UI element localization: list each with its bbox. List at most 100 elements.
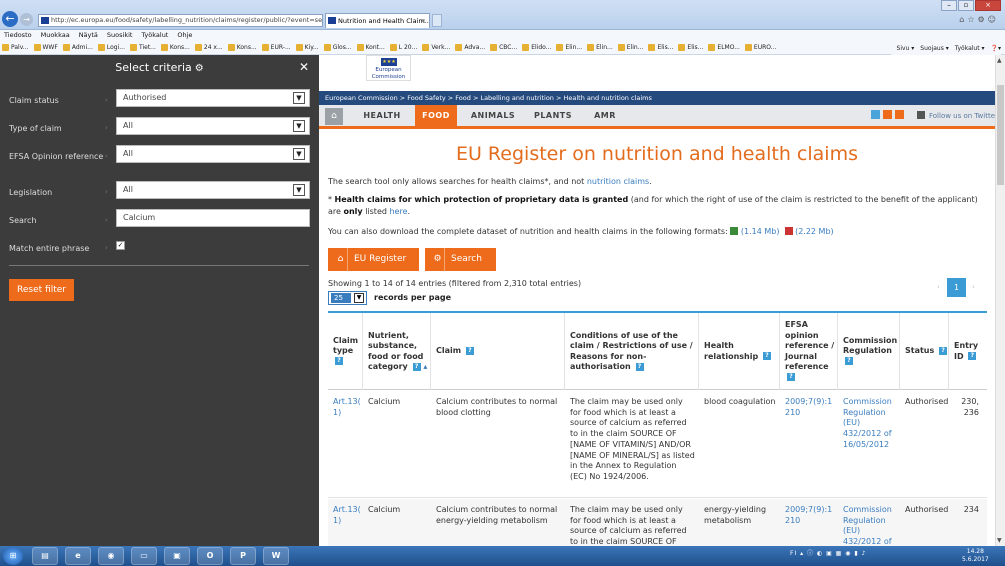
favorite-item[interactable]: Elin... xyxy=(556,44,582,51)
help-menu[interactable]: ❓▾ xyxy=(991,45,1001,52)
favorite-item[interactable]: Kont... xyxy=(356,44,385,51)
chevron-down-icon[interactable]: ▼ xyxy=(293,148,305,160)
pager-prev-icon[interactable]: ‹ xyxy=(937,283,940,291)
clock[interactable]: 14.28 5.6.2017 xyxy=(962,548,989,564)
col-nutrient[interactable]: Nutrient, substance, food or food catego… xyxy=(363,313,431,390)
search-button[interactable]: ⚙ Search xyxy=(425,248,496,271)
col-health-relationship[interactable]: Health relationship ? xyxy=(699,313,780,390)
help-icon[interactable]: ? xyxy=(845,357,853,366)
home-icon[interactable]: ⌂ xyxy=(325,108,343,125)
menu-tools[interactable]: Työkalut xyxy=(141,30,168,41)
pager-next-icon[interactable]: › xyxy=(972,283,975,291)
menu-favorites[interactable]: Suosikit xyxy=(107,30,133,41)
records-per-page-select[interactable]: 25 ▼ xyxy=(328,291,367,305)
favorite-item[interactable]: Elis... xyxy=(678,44,703,51)
favorite-item[interactable]: EURO... xyxy=(744,44,776,51)
favorite-item[interactable]: L 20... xyxy=(389,44,417,51)
panel-close-icon[interactable]: ✕ xyxy=(299,60,309,74)
start-button[interactable]: ⊞ xyxy=(3,547,23,565)
col-conditions[interactable]: Conditions of use of the claim / Restric… xyxy=(565,313,699,390)
help-icon[interactable]: ? xyxy=(787,373,795,381)
help-icon[interactable]: ? xyxy=(635,362,644,371)
folder-icon[interactable]: ▭ xyxy=(131,547,157,565)
favorite-item[interactable]: Logi... xyxy=(97,44,125,51)
type-of-claim-select[interactable]: All ▼ xyxy=(116,117,310,135)
forward-arrow-icon[interactable]: → xyxy=(20,13,33,26)
scroll-down-icon[interactable]: ▼ xyxy=(997,537,1002,544)
follow-twitter-link[interactable]: Follow us on Twitter xyxy=(917,111,995,120)
help-icon[interactable]: ? xyxy=(465,346,474,355)
safety-menu[interactable]: Suojaus ▾ xyxy=(920,45,948,52)
chevron-down-icon[interactable]: ▼ xyxy=(293,92,305,104)
favorite-item[interactable]: EUR-... xyxy=(261,44,291,51)
outlook-icon[interactable]: O xyxy=(197,547,223,565)
cell-commission-regulation[interactable]: Commission Regulation (EU) 432/2012 of xyxy=(838,505,898,546)
page-menu[interactable]: Sivu ▾ xyxy=(897,45,915,52)
vertical-scrollbar[interactable]: ▲ ▼ xyxy=(995,55,1005,546)
cell-claim-type[interactable]: Art.13(1) xyxy=(328,397,363,418)
tab-close-icon[interactable]: × xyxy=(421,14,426,28)
col-efsa-reference[interactable]: EFSA opinion reference / Journal referen… xyxy=(780,313,838,390)
nutrition-claims-link[interactable]: nutrition claims xyxy=(587,177,649,186)
col-status[interactable]: Status ? xyxy=(900,313,949,390)
here-link[interactable]: here xyxy=(389,207,407,216)
favorite-item[interactable]: 24 x... xyxy=(194,44,223,51)
favorite-item[interactable]: Admi... xyxy=(62,44,93,51)
chevron-down-icon[interactable]: ▼ xyxy=(354,293,364,303)
nav-amr[interactable]: AMR xyxy=(585,105,625,126)
help-icon[interactable]: ? xyxy=(968,352,977,360)
eu-register-button[interactable]: ⌂ EU Register xyxy=(328,248,419,271)
close-window-icon[interactable]: × xyxy=(975,0,1001,11)
favorite-item[interactable]: CBC... xyxy=(490,44,517,51)
cell-commission-regulation[interactable]: Commission Regulation (EU) 432/2012 of 1… xyxy=(838,397,898,451)
help-icon[interactable]: ? xyxy=(335,357,343,366)
favorite-item[interactable]: Glos... xyxy=(323,44,352,51)
help-icon[interactable]: ? xyxy=(412,362,421,371)
tools-menu[interactable]: Työkalut ▾ xyxy=(955,45,985,52)
minimize-icon[interactable]: – xyxy=(941,0,957,11)
browser-toolbar-icons[interactable]: ⌂☆⚙☺ xyxy=(959,15,999,24)
rss-icon[interactable] xyxy=(895,110,904,119)
search-input[interactable]: Calcium xyxy=(116,209,310,227)
excel-icon[interactable] xyxy=(730,227,739,235)
favorite-item[interactable]: Adva... xyxy=(455,44,485,51)
cell-efsa-reference[interactable]: 2009;7(9):1210 xyxy=(780,505,836,526)
system-tray[interactable]: FI ▴ ⓘ ◐ ▣ ▦ ◉ ▮ ♪ xyxy=(790,548,866,557)
col-commission-regulation[interactable]: Commission Regulation ? xyxy=(838,313,900,390)
internet-explorer-icon[interactable]: e xyxy=(65,547,91,565)
chrome-icon[interactable]: ◉ xyxy=(98,547,124,565)
word-icon[interactable]: W xyxy=(263,547,289,565)
pager-page-1[interactable]: 1 xyxy=(947,278,966,297)
legislation-select[interactable]: All ▼ xyxy=(116,181,310,199)
help-icon[interactable]: ? xyxy=(939,346,948,355)
rss-icon[interactable] xyxy=(883,110,892,119)
favorite-item[interactable]: Elin... xyxy=(587,44,613,51)
favorite-item[interactable]: Elin... xyxy=(617,44,643,51)
favorite-item[interactable]: WWF xyxy=(33,44,58,51)
col-entry-id[interactable]: Entry ID ? xyxy=(949,313,987,390)
nav-animals[interactable]: ANIMALS xyxy=(463,105,523,126)
maximize-icon[interactable]: ▫ xyxy=(958,0,974,11)
favorite-item[interactable]: Palv... xyxy=(2,44,29,51)
claim-status-select[interactable]: Authorised ▼ xyxy=(116,89,310,107)
favorite-item[interactable]: Kons... xyxy=(160,44,190,51)
reset-filter-button[interactable]: Reset filter xyxy=(9,279,74,301)
powerpoint-icon[interactable]: P xyxy=(230,547,256,565)
favorite-item[interactable]: Kiy... xyxy=(295,44,319,51)
pdf-icon[interactable] xyxy=(784,227,793,235)
favorite-item[interactable]: Kons... xyxy=(227,44,257,51)
favorite-item[interactable]: Elis... xyxy=(648,44,673,51)
cell-efsa-reference[interactable]: 2009;7(9):1210 xyxy=(780,397,836,418)
match-entire-phrase-checkbox[interactable]: ✓ xyxy=(116,241,125,250)
menu-help[interactable]: Ohje xyxy=(177,30,192,41)
scroll-up-icon[interactable]: ▲ xyxy=(997,57,1002,64)
col-claim[interactable]: Claim ? xyxy=(431,313,565,390)
efsa-reference-select[interactable]: All ▼ xyxy=(116,145,310,163)
nav-food[interactable]: FOOD xyxy=(415,105,457,126)
scroll-thumb[interactable] xyxy=(997,85,1004,185)
favorite-item[interactable]: Elido... xyxy=(522,44,551,51)
favorite-item[interactable]: ELMO... xyxy=(708,44,740,51)
chevron-down-icon[interactable]: ▼ xyxy=(293,120,305,132)
pdf-download-link[interactable]: (2.22 Mb) xyxy=(795,227,834,236)
address-bar[interactable]: http://ec.europa.eu/food/safety/labellin… xyxy=(38,14,323,27)
